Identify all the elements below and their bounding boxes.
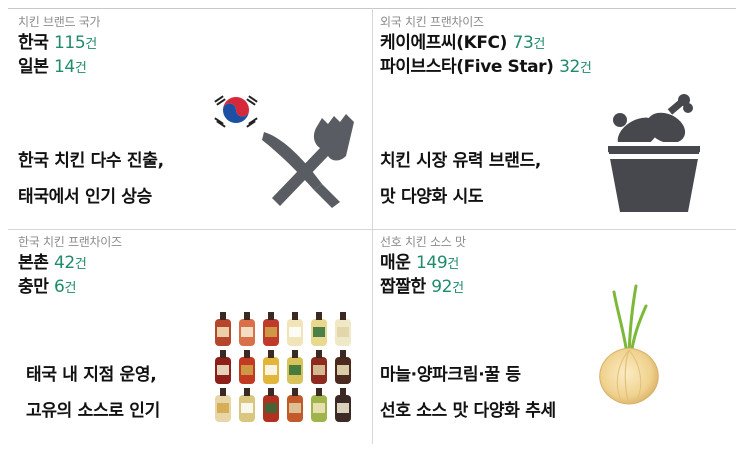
vertical-divider <box>372 8 373 444</box>
stat-row: 매운 149건 <box>380 252 730 276</box>
panel-description: 마늘·양파크림·꿀 등 선호 소스 맛 다양화 추세 <box>380 364 556 422</box>
panel-sauce-preference: 선호 치킨 소스 맛 매운 149건 짭짤한 92건 마늘·양파크림·꿀 등 선… <box>380 234 730 446</box>
panel-category: 치킨 브랜드 국가 <box>18 15 101 29</box>
stat-label: 한국 <box>18 33 49 53</box>
korean-flag-icon <box>214 95 258 128</box>
panel-description: 한국 치킨 다수 진출, 태국에서 인기 상승 <box>18 150 164 208</box>
stat-unit: 건 <box>579 61 592 76</box>
description-line: 마늘·양파크림·꿀 등 <box>380 365 521 385</box>
stat-label: 짭짤한 <box>380 277 426 297</box>
panel-description: 치킨 시장 유력 브랜드, 맛 다양화 시도 <box>380 150 541 208</box>
stat-label: 본촌 <box>18 253 49 273</box>
onion-icon <box>599 284 659 405</box>
stat-value: 14 <box>54 57 75 77</box>
description-line: 치킨 시장 유력 브랜드, <box>380 151 542 171</box>
infographic-grid: 치킨 브랜드 국가 한국 115건 일본 14건 한국 치킨 다수 진출, 태국… <box>0 0 743 452</box>
stat-label: 매운 <box>380 253 411 273</box>
sauce-bottles-icon <box>215 312 351 422</box>
stat-row: 케이에프씨(KFC) 73건 <box>380 32 730 56</box>
panel-category: 선호 치킨 소스 맛 <box>380 235 466 249</box>
panel-description: 태국 내 지점 운영, 고유의 소스로 인기 <box>26 364 160 422</box>
stat-row: 한국 115건 <box>18 32 368 56</box>
description-line: 한국 치킨 다수 진출, <box>18 151 164 171</box>
stat-row: 일본 14건 <box>18 56 368 80</box>
stat-row: 짭짤한 92건 <box>380 276 730 300</box>
sauce-bottle-icon <box>287 388 303 422</box>
sauce-bottle-icon <box>239 312 255 346</box>
sauce-bottle-icon <box>287 350 303 384</box>
chicken-bucket-icon <box>604 94 704 212</box>
sauce-bottle-icon <box>215 388 231 422</box>
stat-row: 충만 6건 <box>18 276 368 300</box>
sauce-bottle-icon <box>263 312 279 346</box>
stat-label: 케이에프씨(KFC) <box>380 33 508 53</box>
stat-unit: 건 <box>533 37 545 52</box>
sauce-bottle-icon <box>215 350 231 384</box>
panel-brand-country: 치킨 브랜드 국가 한국 115건 일본 14건 한국 치킨 다수 진출, 태국… <box>18 14 368 226</box>
sauce-bottle-icon <box>263 350 279 384</box>
stat-value: 115 <box>54 33 86 53</box>
korean-flag-utensils-icon <box>214 95 354 208</box>
stat-unit: 건 <box>64 281 76 296</box>
panel-category: 한국 치킨 프랜차이즈 <box>18 235 122 249</box>
description-line: 맛 다양화 시도 <box>380 187 484 207</box>
sauce-bottle-icon <box>335 350 351 384</box>
stat-value: 6 <box>54 277 65 297</box>
panel-foreign-franchise: 외국 치킨 프랜차이즈 케이에프씨(KFC) 73건 파이브스타(Five St… <box>380 14 730 226</box>
description-line: 태국 내 지점 운영, <box>26 365 157 385</box>
sauce-bottle-icon <box>335 388 351 422</box>
stat-label: 충만 <box>18 277 49 297</box>
sauce-bottle-icon <box>311 350 327 384</box>
stat-value: 92 <box>431 277 453 297</box>
description-line: 태국에서 인기 상승 <box>18 187 152 207</box>
fork-icon <box>272 114 354 206</box>
stat-label: 파이브스타(Five Star) <box>380 57 554 77</box>
panel-category: 외국 치킨 프랜차이즈 <box>380 15 484 29</box>
stat-unit: 건 <box>452 281 464 296</box>
stat-value: 73 <box>512 33 534 53</box>
stat-unit: 건 <box>447 257 459 272</box>
sauce-bottle-icon <box>287 312 303 346</box>
stat-value: 42 <box>54 253 75 273</box>
stat-label: 일본 <box>18 57 49 77</box>
sauce-bottle-icon <box>239 350 255 384</box>
sauce-bottle-icon <box>311 388 327 422</box>
stat-unit: 건 <box>85 37 97 52</box>
sauce-bottle-icon <box>215 312 231 346</box>
sauce-bottle-icon <box>335 312 351 346</box>
panel-korean-franchise: 한국 치킨 프랜차이즈 본촌 42건 충만 6건 태국 내 지점 운영, 고유의… <box>18 234 368 446</box>
stat-row: 본촌 42건 <box>18 252 368 276</box>
stat-unit: 건 <box>74 257 87 272</box>
stat-value: 32 <box>559 57 580 77</box>
sauce-bottle-icon <box>239 388 255 422</box>
stat-unit: 건 <box>74 61 87 76</box>
sauce-bottle-icon <box>311 312 327 346</box>
sauce-bottle-icon <box>263 388 279 422</box>
description-line: 선호 소스 맛 다양화 추세 <box>380 401 556 421</box>
description-line: 고유의 소스로 인기 <box>26 401 160 421</box>
stat-row: 파이브스타(Five Star) 32건 <box>380 56 730 80</box>
stat-value: 149 <box>416 253 448 273</box>
